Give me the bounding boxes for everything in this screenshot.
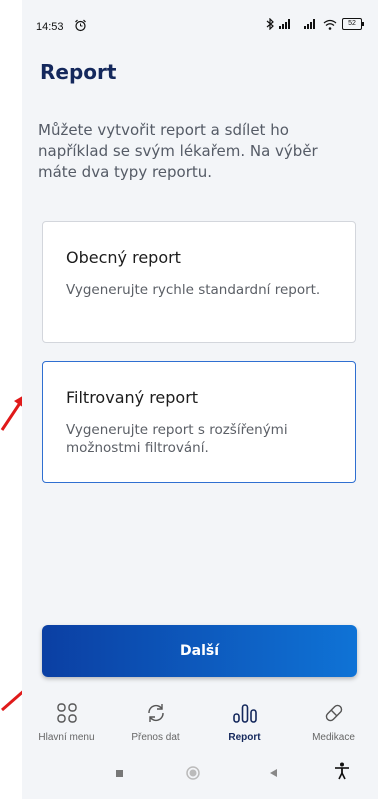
card-title: Filtrovaný report (66, 388, 199, 407)
bluetooth-icon (266, 18, 274, 30)
accessibility-icon[interactable] (334, 762, 350, 780)
recents-button[interactable] (116, 770, 123, 777)
phone-screen: 14:53 52 Report Můžete vytvořit report a… (22, 0, 378, 799)
report-option-filtered[interactable]: Filtrovaný report Vygenerujte report s r… (42, 361, 356, 483)
intro-text: Můžete vytvořit report a sdílet ho napří… (38, 121, 318, 181)
pill-icon (325, 704, 342, 722)
nav-label: Report (228, 732, 261, 743)
signal-icon-2 (304, 19, 315, 29)
report-option-general[interactable]: Obecný report Vygenerujte rychle standar… (42, 221, 356, 343)
nav-item-main-menu[interactable]: Hlavní menu (22, 688, 111, 756)
status-bar: 14:53 52 (22, 0, 378, 48)
next-button[interactable]: Další (42, 625, 357, 677)
nav-label: Hlavní menu (38, 732, 95, 743)
card-description: Vygenerujte report s rozšířenými možnost… (66, 422, 288, 456)
sync-icon (147, 704, 164, 722)
nav-label: Medikace (312, 732, 355, 743)
nav-item-data-transfer[interactable]: Přenos dat (111, 688, 200, 756)
back-button[interactable] (268, 768, 278, 778)
report-icon (232, 704, 257, 723)
home-button[interactable] (186, 766, 200, 780)
card-description: Vygenerujte rychle standardní report. (66, 282, 321, 298)
status-time: 14:53 (36, 21, 64, 33)
system-nav-bar (22, 756, 378, 799)
nav-item-report[interactable]: Report (200, 688, 289, 756)
wifi-icon (323, 19, 337, 30)
card-title: Obecný report (66, 248, 181, 267)
battery-icon: 52 (342, 18, 364, 30)
bottom-nav: Hlavní menu Přenos dat Report Medikace (22, 688, 378, 756)
nav-item-medication[interactable]: Medikace (289, 688, 378, 756)
signal-icon (279, 19, 290, 29)
page-title: Report (40, 60, 117, 84)
grid-icon (56, 703, 77, 723)
alarm-icon (75, 19, 86, 32)
nav-label: Přenos dat (131, 732, 180, 743)
